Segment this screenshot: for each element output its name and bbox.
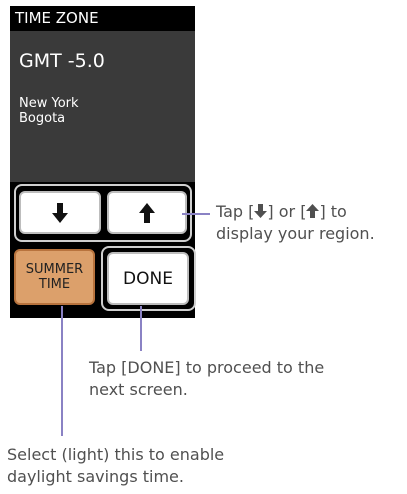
done-callout-line2: next screen. [89, 380, 188, 399]
up-button[interactable] [107, 191, 187, 234]
arrow-callout-line [182, 213, 210, 215]
arrow-down-icon [52, 202, 68, 223]
summer-callout-line [61, 306, 63, 436]
summer-callout-text: Select (light) this to enable daylight s… [7, 444, 224, 488]
summer-callout-line1: Select (light) this to enable [7, 445, 225, 464]
done-callout-text: Tap [DONE] to proceed to the next screen… [89, 357, 324, 401]
arrow-down-icon [254, 204, 268, 218]
summer-time-label: SUMMER TIME [25, 262, 84, 292]
done-callout-line [140, 306, 142, 351]
done-callout-line1: Tap [DONE] to proceed to the [89, 358, 325, 377]
arrow-callout-pre: Tap [ [216, 202, 255, 221]
city-name: Bogota [19, 111, 66, 126]
down-button[interactable] [19, 191, 101, 234]
timezone-display: GMT -5.0 New York Bogota [10, 31, 195, 182]
arrow-up-icon [139, 202, 155, 223]
arrow-callout-mid: ] or [ [267, 202, 307, 221]
arrow-callout-line2: display your region. [216, 224, 375, 243]
summer-time-button[interactable]: SUMMER TIME [14, 249, 95, 305]
city-name: New York [19, 96, 79, 111]
gmt-offset: GMT -5.0 [19, 50, 105, 72]
screen-title: TIME ZONE [15, 9, 99, 27]
arrow-up-icon [306, 204, 320, 218]
summer-callout-line2: daylight savings time. [7, 467, 184, 486]
done-button[interactable]: DONE [107, 252, 189, 305]
done-label: DONE [123, 268, 173, 289]
arrow-callout-post: ] to [319, 202, 347, 221]
arrow-callout-text: Tap [ ] or [ ] to display your region. [216, 201, 375, 245]
